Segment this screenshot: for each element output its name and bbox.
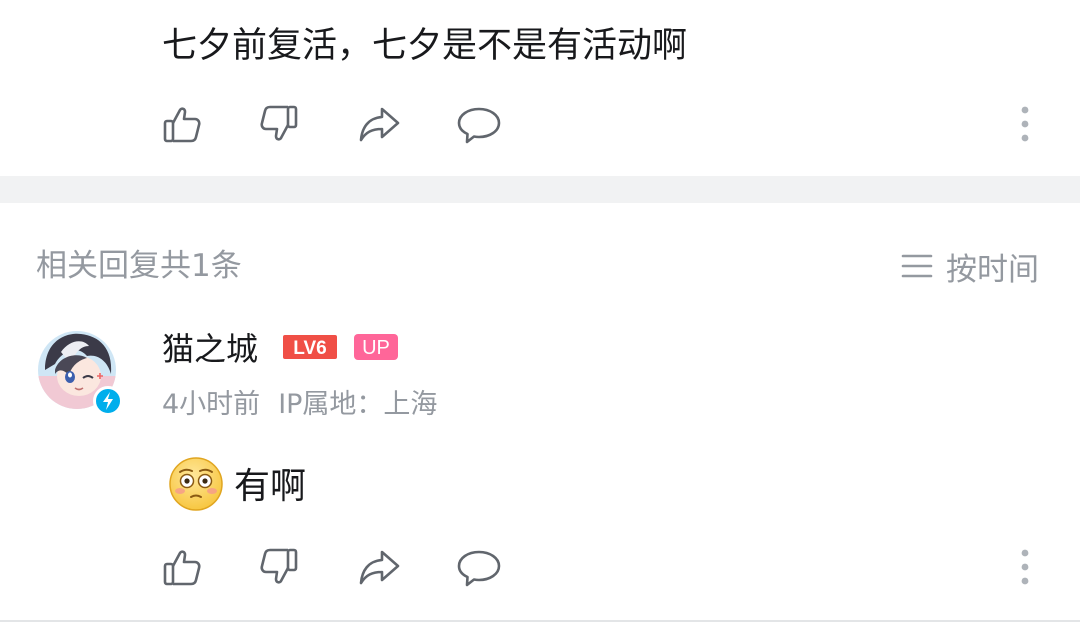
reply-icon	[457, 550, 501, 587]
more-icon	[1021, 549, 1029, 585]
reply-time: 4小时前	[162, 389, 261, 420]
more-button[interactable]	[1015, 101, 1035, 147]
up-badge: UP	[353, 333, 399, 365]
list-icon	[901, 254, 933, 278]
username[interactable]: 猫之城	[162, 327, 258, 371]
level-badge: LV6	[282, 334, 338, 364]
reply-button[interactable]	[456, 544, 502, 590]
replies-count: 相关回复共1条	[36, 248, 242, 284]
ip-location: IP属地：上海	[278, 389, 438, 420]
level-badge-text: LV6	[293, 338, 326, 359]
up-badge-text: UP	[362, 337, 390, 359]
dislike-button[interactable]	[256, 101, 302, 147]
share-icon	[359, 107, 400, 142]
like-button[interactable]	[159, 544, 205, 590]
flushed-face-emoji	[168, 456, 224, 512]
sort-button[interactable]: 按时间	[900, 244, 1039, 288]
reply-actions	[0, 544, 1080, 594]
dislike-icon	[260, 548, 298, 584]
reply-text: 有啊	[234, 466, 307, 507]
root-comment-text: 七夕前复活，七夕是不是有活动啊	[162, 26, 688, 66]
share-button[interactable]	[356, 544, 402, 590]
like-button[interactable]	[159, 101, 205, 147]
like-icon	[163, 107, 201, 143]
dislike-button[interactable]	[256, 544, 302, 590]
section-divider	[0, 176, 1080, 203]
root-comment-actions	[0, 101, 1080, 151]
reply-meta: 4小时前 IP属地：上海	[162, 386, 437, 424]
dislike-icon	[260, 105, 298, 141]
share-button[interactable]	[356, 101, 402, 147]
more-icon	[1021, 106, 1029, 142]
verified-icon	[93, 386, 123, 416]
like-icon	[163, 550, 201, 586]
avatar[interactable]	[37, 330, 123, 416]
sort-label: 按时间	[946, 251, 1039, 288]
reply-icon	[457, 107, 501, 144]
reply-button[interactable]	[456, 101, 502, 147]
share-icon	[359, 550, 400, 585]
more-button[interactable]	[1015, 544, 1035, 590]
